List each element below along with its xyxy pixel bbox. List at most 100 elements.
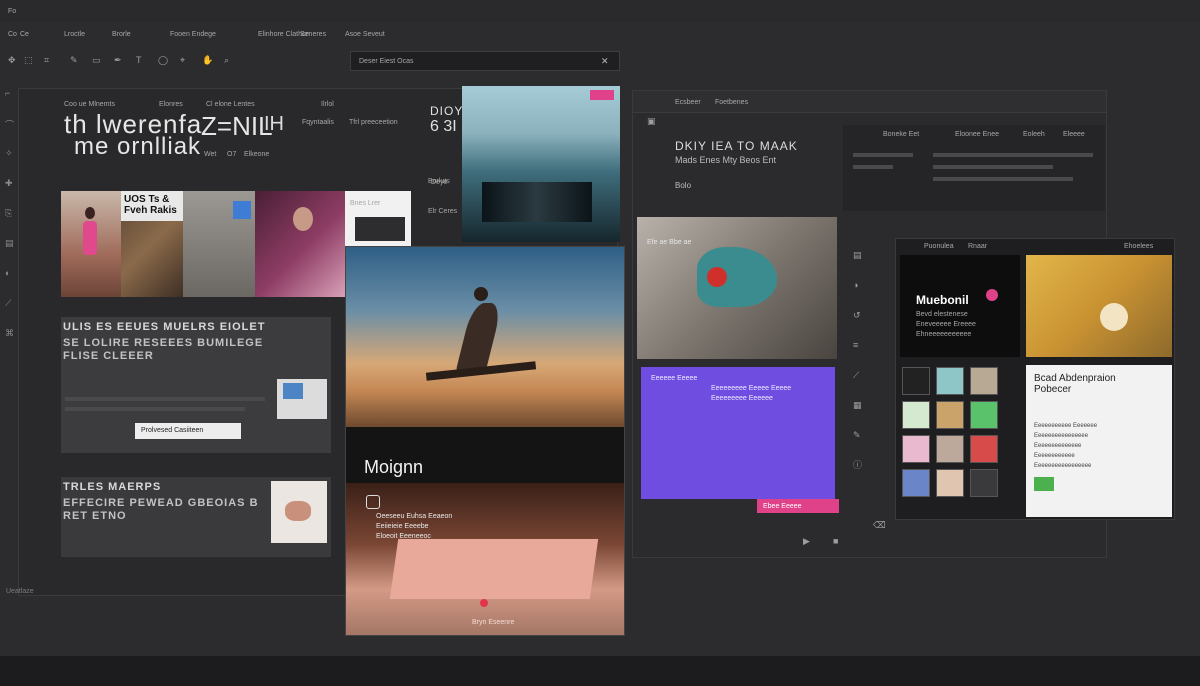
right-panel-tab-1[interactable]: Rnaar <box>968 243 987 250</box>
purple-line-2: Eeeeeeeee Eeeeee <box>711 395 773 402</box>
menu-item-6[interactable]: Seneres <box>300 31 326 38</box>
path-icon[interactable]: ⟋ <box>5 298 11 309</box>
swatch-2[interactable] <box>970 367 998 395</box>
footer-label: Ueatlaze <box>6 588 34 595</box>
swatch-5[interactable] <box>970 401 998 429</box>
info-badge <box>1034 477 1054 491</box>
menu-item-4[interactable]: Fooen Endege <box>170 31 216 38</box>
menu-item-0[interactable]: Co <box>8 31 17 38</box>
doc-icon[interactable]: ▣ <box>647 117 656 126</box>
center-title: Moignn <box>364 457 424 477</box>
dodge-icon[interactable]: ◐ <box>5 268 10 278</box>
note-icon[interactable]: ⌘ <box>5 328 14 339</box>
brush-icon[interactable]: ✎ <box>70 56 78 65</box>
thumb-fabric[interactable] <box>183 191 255 297</box>
swatch-7[interactable] <box>936 435 964 463</box>
section1-button[interactable]: Prolvesed Casiiteen <box>135 423 241 439</box>
bottom-label-0: Wet <box>204 151 217 158</box>
info-icon[interactable]: ⓘ <box>853 461 862 470</box>
thumb-girl[interactable] <box>61 191 121 297</box>
menu-item-3[interactable]: Brorle <box>112 31 131 38</box>
desert-photo[interactable] <box>346 247 624 427</box>
right-panel-tab-0[interactable]: Puonulea <box>924 243 954 250</box>
text-icon[interactable]: T <box>136 56 142 65</box>
header-item-2[interactable]: Cl elone Lentes <box>206 101 255 108</box>
wand-icon[interactable]: ✧ <box>5 148 13 159</box>
purple-card[interactable]: Eeeeee Eeeee Eeeeeeeee Eeeee Eeeee Eeeee… <box>641 367 835 499</box>
swatch-11[interactable] <box>970 469 998 497</box>
right-window-titlebar: Ecsbeer Foetbenes <box>633 91 1106 113</box>
crop-icon[interactable]: ⌗ <box>44 56 49 65</box>
gold-photo[interactable] <box>1026 255 1172 357</box>
brand-desc-1: Eneveeeee Ereeee <box>916 321 976 328</box>
trash-icon[interactable]: ⌫ <box>873 521 886 530</box>
menu-item-2[interactable]: Lroctle <box>64 31 85 38</box>
tool-strip: ⌐ ⌒ ✧ ✚ ⎘ ▤ ◐ ⟋ ⌘ <box>0 80 18 360</box>
swatch-1[interactable] <box>936 367 964 395</box>
lasso-icon[interactable]: ⌒ <box>5 118 14 131</box>
move-icon[interactable]: ✥ <box>8 56 16 65</box>
options-panel: Boneke Eet Eloonee Enee Eoleeh Eleeee <box>843 125 1105 211</box>
menu-corner[interactable]: Fo <box>8 8 16 15</box>
search-placeholder: Deser Eiest Ocas <box>359 58 414 65</box>
right-tab-2[interactable]: Foetbenes <box>715 99 748 106</box>
brand-dot <box>986 289 998 301</box>
swatch-6[interactable] <box>902 435 930 463</box>
swatch-0[interactable] <box>902 367 930 395</box>
ocean-tag[interactable] <box>590 90 614 100</box>
thumb-texture[interactable]: UOS Ts & Fveh Rakis <box>121 191 183 297</box>
swatch-8[interactable] <box>970 435 998 463</box>
paths-icon[interactable]: ⟋ <box>853 371 859 380</box>
swatch-4[interactable] <box>936 401 964 429</box>
zoom-icon[interactable]: ⌕ <box>224 56 229 65</box>
swatch-icon[interactable]: ▦ <box>853 401 862 410</box>
eraser-icon[interactable]: ▭ <box>92 56 101 65</box>
top-card-label2: Elr Ceres <box>428 208 458 215</box>
ocean-card[interactable] <box>462 86 620 242</box>
swatch-3[interactable] <box>902 401 930 429</box>
bottom-label-2: Elkeone <box>244 151 270 158</box>
brushes-icon[interactable]: ✎ <box>853 431 861 440</box>
history-icon[interactable]: ↺ <box>853 311 861 320</box>
right-tag[interactable]: Bolo <box>675 181 691 190</box>
layers-icon[interactable]: ▤ <box>853 251 862 260</box>
lower-photo[interactable] <box>346 483 624 635</box>
eyedrop-icon[interactable]: ⌖ <box>180 56 185 65</box>
panel-label-0: Boneke Eet <box>883 131 920 138</box>
section1-image[interactable] <box>277 379 327 419</box>
swatch-10[interactable] <box>936 469 964 497</box>
section2-image[interactable] <box>271 481 327 543</box>
heal-icon[interactable]: ✚ <box>5 178 13 189</box>
header-item-3[interactable]: Ilrlol <box>321 101 334 108</box>
info-card[interactable]: Bcad Abdenpraion Pobecer Eeeeeeeeeee Eee… <box>1026 365 1172 517</box>
menu-item-1[interactable]: Ce <box>20 31 29 38</box>
center-footer: Bryn Eseenre <box>472 619 515 626</box>
clone-icon[interactable]: ⎘ <box>5 208 12 219</box>
adjust-icon[interactable]: ◑ <box>853 281 858 290</box>
select-icon[interactable]: ⬚ <box>24 56 33 65</box>
center-card[interactable]: Moignn Oeeseeu Euhsa Eeaeon Eeiieieie Ee… <box>345 246 625 636</box>
pink-button[interactable]: Ebee Eeeee <box>757 499 839 513</box>
pen-icon[interactable]: ✒ <box>114 56 122 65</box>
close-icon[interactable]: ✕ <box>601 57 609 66</box>
channels-icon[interactable]: ≡ <box>853 341 858 350</box>
header-item-0[interactable]: Coo ue Mlnemts <box>64 101 115 108</box>
center-play-icon[interactable] <box>366 495 380 509</box>
menu-item-7[interactable]: Asoe Seveut <box>345 31 385 38</box>
header-item-1[interactable]: Elonres <box>159 101 183 108</box>
brand-card[interactable]: Muebonil Bevd elestenese Eneveeeee Ereee… <box>900 255 1020 357</box>
headline-glyph1: Z=NIL <box>201 111 273 141</box>
info-line-3: Eeeeeeeeeeee <box>1034 453 1075 459</box>
search-bar[interactable]: Deser Eiest Ocas ✕ <box>350 51 620 71</box>
thumb-portrait[interactable] <box>255 191 345 297</box>
marquee-icon[interactable]: ⌐ <box>5 88 10 98</box>
shape-icon[interactable]: ◯ <box>158 56 168 65</box>
hand-icon[interactable]: ✋ <box>202 56 213 65</box>
play-icon[interactable]: ▶ <box>803 537 810 546</box>
stop-icon[interactable]: ■ <box>833 537 838 546</box>
bottom-bar <box>0 656 1200 686</box>
gradient-icon[interactable]: ▤ <box>5 238 14 249</box>
right-tab-1[interactable]: Ecsbeer <box>675 99 701 106</box>
swatch-9[interactable] <box>902 469 930 497</box>
right-panel-tab-2[interactable]: Ehoelees <box>1124 243 1153 250</box>
